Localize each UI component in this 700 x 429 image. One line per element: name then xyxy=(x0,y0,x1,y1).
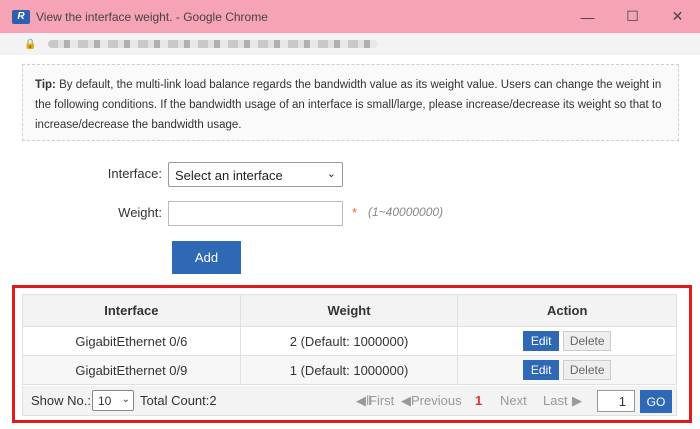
maximize-button[interactable]: ☐ xyxy=(610,0,655,33)
interface-select[interactable]: Select an interface ⌄ xyxy=(168,162,343,187)
required-mark: * xyxy=(352,205,358,220)
minimize-button[interactable]: — xyxy=(565,0,610,33)
weight-table: Interface Weight Action GigabitEthernet … xyxy=(22,294,677,385)
cell-action: Edit Delete xyxy=(457,355,677,385)
weight-range-hint: (1~40000000) xyxy=(368,205,444,219)
weight-input[interactable] xyxy=(168,201,343,226)
edit-button[interactable]: Edit xyxy=(523,331,560,351)
previous-page-icon: ◀ xyxy=(401,393,411,408)
weight-label: Weight: xyxy=(118,205,162,220)
table-row: GigabitEthernet 0/9 1 (Default: 1000000)… xyxy=(22,355,677,385)
cell-action: Edit Delete xyxy=(457,326,677,356)
cell-interface: GigabitEthernet 0/9 xyxy=(22,355,241,385)
window-titlebar: R View the interface weight. - Google Ch… xyxy=(0,0,700,33)
cell-interface: GigabitEthernet 0/6 xyxy=(22,326,241,356)
header-weight: Weight xyxy=(239,294,459,327)
edit-button[interactable]: Edit xyxy=(523,360,560,380)
app-logo-icon: R xyxy=(12,9,30,24)
close-button[interactable]: ✕ xyxy=(655,0,700,33)
table-row: GigabitEthernet 0/6 2 (Default: 1000000)… xyxy=(22,326,677,356)
address-bar[interactable]: 🔒 xyxy=(0,33,700,55)
total-count: Total Count:2 xyxy=(140,393,217,408)
page-number-input[interactable]: 1 xyxy=(597,390,635,412)
first-page-link[interactable]: First xyxy=(369,393,394,408)
cell-weight: 1 (Default: 1000000) xyxy=(239,355,459,385)
last-page-icon: ▶ xyxy=(572,393,582,408)
header-action: Action xyxy=(457,294,677,327)
pagination-bar: Show No.: 10 ⌄ Total Count:2 ◀‖ First ◀ … xyxy=(22,386,677,416)
tip-text: By default, the multi-link load balance … xyxy=(35,79,662,131)
tip-box: Tip: By default, the multi-link load bal… xyxy=(22,64,679,141)
page-size-value: 10 xyxy=(98,394,112,408)
cell-weight: 2 (Default: 1000000) xyxy=(239,326,459,356)
page-size-select[interactable]: 10 ⌄ xyxy=(92,390,134,411)
header-interface: Interface xyxy=(22,294,241,327)
go-button[interactable]: GO xyxy=(640,390,672,413)
previous-page-link[interactable]: Previous xyxy=(411,393,462,408)
window-title: View the interface weight. - Google Chro… xyxy=(36,9,268,24)
lock-icon: 🔒 xyxy=(24,38,37,50)
interface-label: Interface: xyxy=(107,166,162,181)
table-header-row: Interface Weight Action xyxy=(22,294,677,327)
window-controls: — ☐ ✕ xyxy=(565,0,700,33)
interface-select-value: Select an interface xyxy=(175,168,283,183)
next-page-link[interactable]: Next xyxy=(500,393,527,408)
add-button[interactable]: Add xyxy=(172,241,241,274)
delete-button[interactable]: Delete xyxy=(563,360,612,380)
chevron-down-icon: ⌄ xyxy=(326,168,336,180)
chevron-down-icon: ⌄ xyxy=(121,394,130,405)
delete-button[interactable]: Delete xyxy=(563,331,612,351)
tip-label: Tip: xyxy=(35,79,56,91)
blurred-url xyxy=(48,40,379,48)
show-number-label: Show No.: xyxy=(31,393,91,408)
last-page-link[interactable]: Last xyxy=(543,393,568,408)
current-page[interactable]: 1 xyxy=(475,393,482,408)
